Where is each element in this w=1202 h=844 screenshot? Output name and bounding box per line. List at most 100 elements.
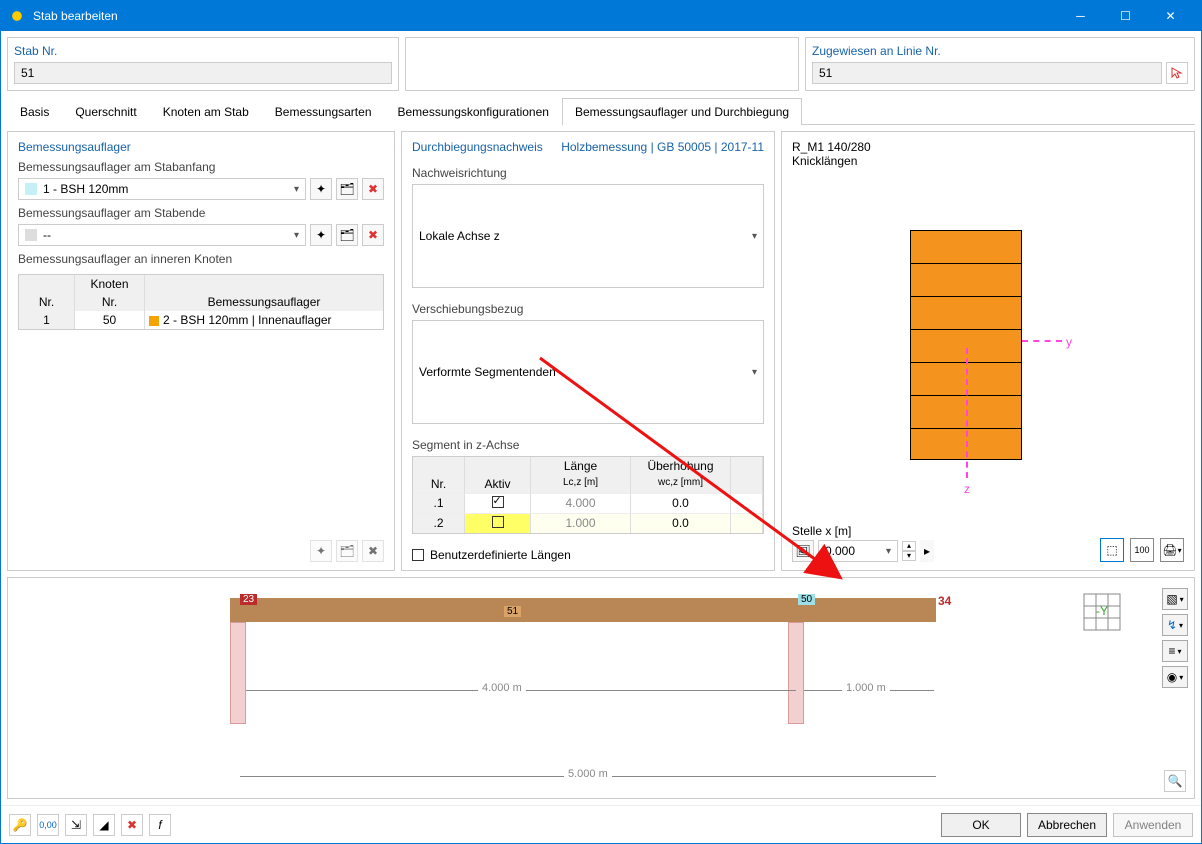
vp-results-button[interactable]: ◉	[1162, 666, 1188, 688]
seg-label: Segment in z-Achse	[412, 438, 764, 452]
cancel-button[interactable]: Abbrechen	[1027, 813, 1107, 837]
anfang-lib-button[interactable]: 🗂	[336, 178, 358, 200]
vp-find-button[interactable]: 🔍	[1164, 770, 1186, 792]
minimize-button[interactable]: ─	[1058, 1, 1103, 31]
innen-label: Bemessungsauflager an inneren Knoten	[18, 252, 384, 266]
dir-value: Lokale Achse z	[419, 229, 500, 243]
anfang-delete-button[interactable]: ✖	[362, 178, 384, 200]
dir-label: Nachweisrichtung	[412, 166, 764, 180]
seg-head-fill2	[731, 475, 763, 493]
col-knoten-top: Knoten	[75, 275, 145, 293]
support-icon-button[interactable]: ◢	[93, 814, 115, 836]
spacer-panel	[405, 37, 799, 91]
seg-head-blank	[413, 457, 465, 475]
panel-durchbiegung: Durchbiegungsnachweis Holzbemessung | GB…	[401, 131, 775, 571]
vp-cube-button[interactable]: ▧	[1162, 588, 1188, 610]
ende-delete-button[interactable]: ✖	[362, 224, 384, 246]
seg-aktiv-checkbox[interactable]	[492, 516, 504, 528]
view-mode-button[interactable]: ⬚	[1100, 538, 1124, 562]
tab-knoten[interactable]: Knoten am Stab	[150, 98, 262, 125]
remove-button[interactable]: ✖	[121, 814, 143, 836]
col-nr	[19, 275, 75, 293]
axis-y-label: y	[1066, 335, 1072, 349]
preview-3d[interactable]: y z	[790, 140, 1186, 522]
dimensions-button[interactable]: 100	[1130, 538, 1154, 562]
stelle-value: 0.000	[825, 544, 855, 558]
expand1-button[interactable]: ⇲	[65, 814, 87, 836]
maximize-button[interactable]: ☐	[1103, 1, 1148, 31]
apply-button: Anwenden	[1113, 813, 1193, 837]
anfang-new-button[interactable]: ✦	[310, 178, 332, 200]
axes-icon: ↯	[1167, 618, 1177, 632]
tab-bemessungsarten[interactable]: Bemessungsarten	[262, 98, 385, 125]
stab-nr-input[interactable]: 51	[14, 62, 392, 84]
tab-bar: Basis Querschnitt Knoten am Stab Bemessu…	[7, 97, 1195, 125]
delete-icon: ✖	[368, 228, 378, 242]
node-23-label: 23	[240, 594, 257, 605]
ende-value: --	[43, 228, 51, 242]
ende-lib-button[interactable]: 🗂	[336, 224, 358, 246]
units-icon: 0,00	[39, 820, 57, 830]
user-len-checkbox[interactable]: Benutzerdefinierte Längen	[412, 548, 764, 562]
linie-nr-panel: Zugewiesen an Linie Nr. 51	[805, 37, 1195, 91]
cube-icon: ▧	[1166, 592, 1177, 606]
seg-head-ov-top: Überhöhung	[631, 457, 731, 475]
print-button[interactable]: 🖨▾	[1160, 538, 1184, 562]
window-title: Stab bearbeiten	[33, 9, 1058, 23]
library-icon: 🗂	[339, 182, 354, 196]
ref-value: Verformte Segmentenden	[419, 365, 556, 379]
member-51-label: 51	[504, 606, 521, 617]
innen-grid[interactable]: Knoten Nr. Nr. Bemessungsauflager 1 50 2…	[18, 274, 384, 330]
tab-bemessungskonfigurationen[interactable]: Bemessungskonfigurationen	[385, 98, 562, 125]
stelle-spin-down[interactable]: ▾	[902, 551, 916, 561]
tab-basis[interactable]: Basis	[7, 98, 62, 125]
pick-line-button[interactable]	[1166, 62, 1188, 84]
col-auflager-top	[145, 275, 383, 293]
tab-bemessungsauflager[interactable]: Bemessungsauflager und Durchbiegung	[562, 98, 802, 125]
ref-combo[interactable]: Verformte Segmentenden	[412, 320, 764, 424]
left-heading: Bemessungsauflager	[18, 140, 384, 154]
linie-nr-input[interactable]: 51	[812, 62, 1162, 84]
stelle-combo[interactable]: 0.000	[818, 540, 898, 562]
table-row[interactable]: 1 50 2 - BSH 120mm | Innenauflager	[19, 311, 383, 329]
seg-aktiv-checkbox[interactable]	[492, 496, 504, 508]
seg-grid[interactable]: Länge Überhöhung Nr. Aktiv Lc,z [m] wc,z…	[412, 456, 764, 534]
stelle-pick-button[interactable]: 🖼	[792, 540, 814, 562]
ok-button[interactable]: OK	[941, 813, 1021, 837]
ende-label: Bemessungsauflager am Stabende	[18, 206, 384, 220]
seg-row-2[interactable]: .2 1.000 0.0	[413, 513, 763, 533]
col-knoten-head: Nr.	[75, 293, 145, 311]
key-icon: 🔑	[13, 818, 28, 832]
library-icon: 🗂	[339, 228, 354, 242]
cell-auflager: 2 - BSH 120mm | Innenauflager	[145, 311, 383, 329]
help-button[interactable]: 🔑	[9, 814, 31, 836]
tab-querschnitt[interactable]: Querschnitt	[62, 98, 149, 125]
delete-icon: ✖	[368, 182, 378, 196]
color-swatch-icon	[25, 183, 37, 195]
fx-button[interactable]: f	[149, 814, 171, 836]
innen-lib-button[interactable]: 🗂	[336, 540, 358, 562]
navigation-cube-icon[interactable]: -Y	[1082, 592, 1122, 632]
ende-new-button[interactable]: ✦	[310, 224, 332, 246]
units-button[interactable]: 0,00	[37, 814, 59, 836]
vp-layers-button[interactable]: ≡	[1162, 640, 1188, 662]
axis-y-line	[1022, 340, 1062, 342]
close-button[interactable]: ✕	[1148, 1, 1193, 31]
stelle-step-button[interactable]: ▸	[920, 540, 934, 562]
dir-combo[interactable]: Lokale Achse z	[412, 184, 764, 288]
stelle-spin-up[interactable]: ▴	[902, 541, 916, 551]
innen-new-button[interactable]: ✦	[310, 540, 332, 562]
seg-head-fill	[731, 457, 763, 475]
library-icon: 🗂	[339, 544, 354, 558]
viewport-2d[interactable]: 23 51 50 34 4.000 m 1.000 m 5.000 m -Y ▧…	[7, 577, 1195, 799]
vp-axes-button[interactable]: ↯	[1162, 614, 1188, 636]
seg-nr: .2	[413, 513, 465, 533]
seg-row-1[interactable]: .1 4.000 0.0	[413, 493, 763, 513]
support-right	[788, 622, 804, 724]
ende-combo[interactable]: --	[18, 224, 306, 246]
anfang-combo[interactable]: 1 - BSH 120mm	[18, 178, 306, 200]
innen-delete-button[interactable]: ✖	[362, 540, 384, 562]
delete-icon: ✖	[368, 544, 378, 558]
seg-head-ov-bot: wc,z [mm]	[631, 475, 731, 493]
results-icon: ◉	[1167, 670, 1177, 684]
